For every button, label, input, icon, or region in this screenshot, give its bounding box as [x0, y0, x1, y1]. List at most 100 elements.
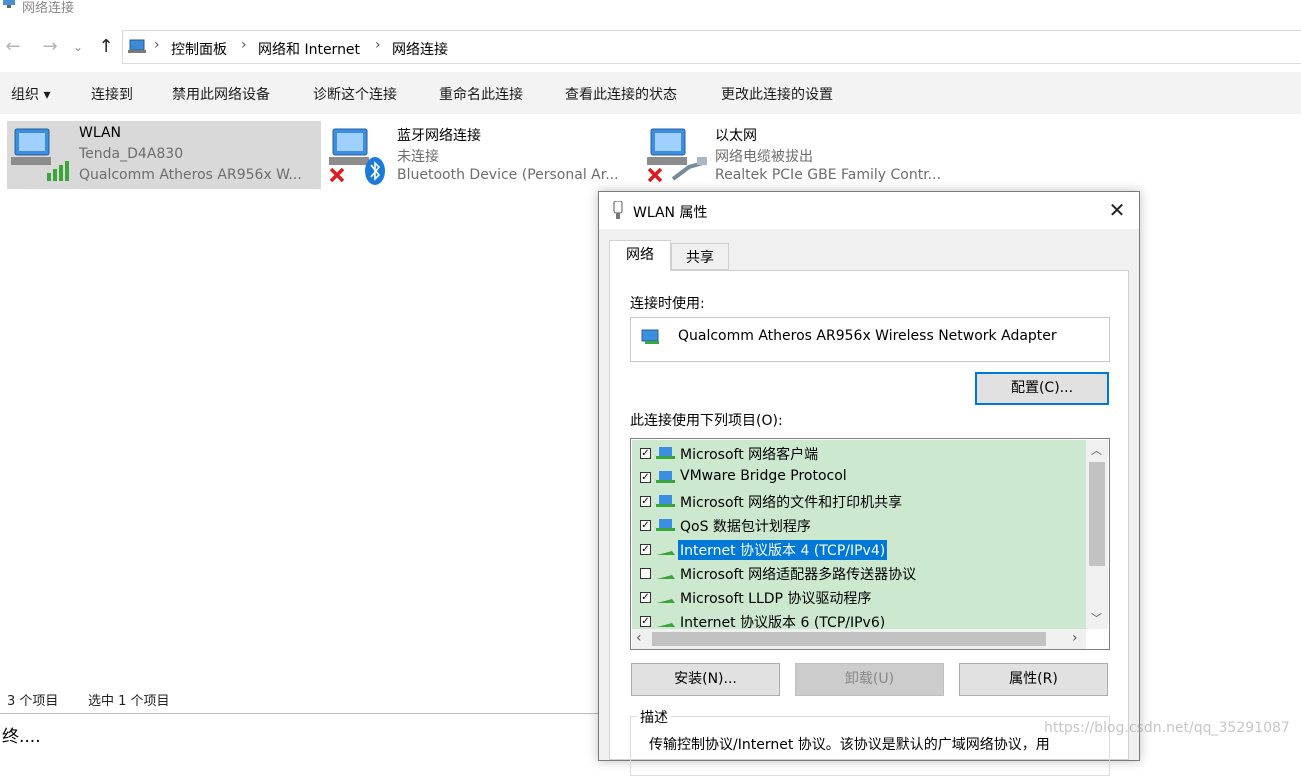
background-text: 终.... — [2, 727, 41, 747]
diagnose-button[interactable]: 诊断这个连接 — [313, 84, 397, 104]
network-adapter-icon — [641, 329, 659, 344]
forward-button[interactable]: → — [40, 37, 60, 57]
view-status-button[interactable]: 查看此连接的状态 — [565, 84, 677, 104]
checkbox[interactable] — [640, 568, 651, 579]
scroll-up-icon[interactable]: ︿ — [1091, 442, 1102, 458]
rename-button[interactable]: 重命名此连接 — [439, 84, 523, 104]
description-label: 描述 — [637, 707, 671, 727]
recent-locations-icon[interactable]: ⌄ — [68, 37, 88, 57]
checkbox[interactable]: ✓ — [640, 520, 651, 531]
dialog-title: WLAN 属性 — [633, 205, 708, 221]
components-list-area: ✓ Microsoft 网络客户端 ✓ VMware Bridge Protoc… — [632, 440, 1086, 629]
network-connections-icon — [3, 0, 15, 8]
chevron-right-icon: › — [154, 37, 160, 53]
connection-item-ethernet[interactable]: 以太网 网络电缆被拔出 Realtek PCIe GBE Family Cont… — [643, 121, 957, 189]
connection-name: 蓝牙网络连接 — [397, 128, 481, 144]
network-client-icon — [656, 519, 675, 531]
network-client-icon — [656, 471, 675, 483]
protocol-icon — [657, 551, 675, 555]
window-title: 网络连接 — [22, 1, 75, 16]
connection-status: 网络电缆被拔出 — [715, 149, 813, 165]
address-bar[interactable]: › 控制面板 › 网络和 Internet › 网络连接 — [122, 30, 1301, 64]
breadcrumb-network-internet[interactable]: 网络和 Internet — [258, 39, 360, 59]
connect-to-button[interactable]: 连接到 — [91, 84, 133, 104]
breadcrumb-control-panel[interactable]: 控制面板 — [171, 39, 227, 59]
connection-device: Qualcomm Atheros AR956x W... — [79, 167, 302, 183]
description-group: 描述 传输控制协议/Internet 协议。该协议是默认的广域网络协议，用 — [630, 707, 1110, 776]
vertical-scrollbar[interactable]: ︿ ﹀ — [1086, 440, 1108, 629]
connect-using-label: 连接时使用: — [630, 296, 705, 312]
list-item[interactable]: ✓ QoS 数据包计划程序 — [632, 514, 1086, 538]
scroll-right-icon[interactable]: › — [1072, 630, 1078, 646]
scroll-left-icon[interactable]: ‹ — [636, 630, 642, 646]
scroll-down-icon[interactable]: ﹀ — [1091, 610, 1102, 626]
list-item[interactable]: ✓ Microsoft 网络的文件和打印机共享 — [632, 490, 1086, 514]
list-item-label: Microsoft 网络客户端 — [680, 447, 819, 463]
status-item-count: 3 个项目 — [7, 694, 59, 709]
adapter-field: Qualcomm Atheros AR956x Wireless Network… — [630, 317, 1110, 362]
change-settings-button[interactable]: 更改此连接的设置 — [721, 84, 833, 104]
checkbox[interactable]: ✓ — [640, 544, 651, 555]
checkbox[interactable]: ✓ — [640, 448, 651, 459]
connection-name: 以太网 — [715, 128, 757, 144]
watermark: https://blog.csdn.net/qq_35291087 — [1044, 720, 1290, 736]
list-item-label: Microsoft 网络适配器多路传送器协议 — [680, 567, 917, 583]
connection-status: Tenda_D4A830 — [79, 146, 184, 162]
breadcrumb-network-connections[interactable]: 网络连接 — [392, 39, 448, 59]
connection-device: Realtek PCIe GBE Family Contr... — [715, 167, 942, 183]
network-adapter-icon — [613, 201, 623, 219]
back-button[interactable]: ← — [3, 37, 23, 57]
network-client-icon — [656, 495, 675, 507]
checkbox[interactable]: ✓ — [640, 616, 651, 627]
background-window-strip: 终.... — [0, 713, 600, 749]
list-item[interactable]: ✓ Microsoft LLDP 协议驱动程序 — [632, 586, 1086, 610]
chevron-right-icon: › — [241, 37, 247, 53]
list-item-label: Internet 协议版本 6 (TCP/IPv6) — [680, 615, 886, 629]
checkbox[interactable]: ✓ — [640, 496, 651, 507]
checkbox[interactable]: ✓ — [640, 592, 651, 603]
horizontal-scrollbar[interactable]: ‹ › — [632, 629, 1086, 649]
connection-device: Bluetooth Device (Personal Ar... — [397, 167, 619, 183]
adapter-name: Qualcomm Atheros AR956x Wireless Network… — [678, 328, 1057, 344]
network-client-icon — [656, 447, 675, 459]
configure-button[interactable]: 配置(C)... — [975, 372, 1109, 405]
close-button[interactable]: ✕ — [1105, 198, 1129, 222]
items-label: 此连接使用下列项目(O): — [630, 413, 783, 429]
connection-name: WLAN — [79, 125, 122, 141]
list-item[interactable]: ✓ VMware Bridge Protocol — [632, 466, 1086, 490]
vertical-scroll-thumb[interactable] — [1089, 462, 1105, 566]
protocol-icon — [657, 623, 675, 627]
description-text: 传输控制协议/Internet 协议。该协议是默认的广域网络协议，用 — [649, 737, 1050, 753]
properties-button[interactable]: 属性(R) — [959, 663, 1108, 696]
up-button[interactable]: ↑ — [96, 37, 116, 57]
protocol-icon — [657, 575, 675, 579]
organize-menu[interactable]: 组织 ▾ — [11, 84, 50, 104]
list-item-selected[interactable]: ✓ Internet 协议版本 4 (TCP/IPv4) — [632, 538, 1086, 562]
list-item-label: Microsoft 网络的文件和打印机共享 — [680, 495, 903, 511]
components-list[interactable]: ✓ Microsoft 网络客户端 ✓ VMware Bridge Protoc… — [630, 438, 1110, 650]
install-button[interactable]: 安装(N)... — [631, 663, 780, 696]
list-item[interactable]: ✓ Microsoft 网络客户端 — [632, 442, 1086, 466]
bluetooth-icon — [329, 128, 385, 185]
horizontal-scroll-thumb[interactable] — [652, 632, 1046, 646]
list-item[interactable]: Microsoft 网络适配器多路传送器协议 — [632, 562, 1086, 586]
connection-item-wlan[interactable]: WLAN Tenda_D4A830 Qualcomm Atheros AR956… — [7, 121, 321, 189]
uninstall-button[interactable]: 卸载(U) — [795, 663, 944, 696]
window-title-bar: 网络连接 — [0, 0, 1301, 16]
list-item-label: Internet 协议版本 4 (TCP/IPv4) — [678, 540, 888, 560]
tab-network[interactable]: 网络 — [609, 240, 671, 271]
list-item-label: Microsoft LLDP 协议驱动程序 — [680, 591, 872, 607]
checkbox[interactable]: ✓ — [640, 472, 651, 483]
connection-status: 未连接 — [397, 149, 439, 165]
list-item[interactable]: ✓ Internet 协议版本 6 (TCP/IPv6) — [632, 610, 1086, 629]
status-selected-count: 选中 1 个项目 — [88, 694, 170, 709]
protocol-icon — [657, 599, 675, 603]
control-panel-icon — [128, 39, 146, 53]
wlan-properties-dialog: WLAN 属性 ✕ 网络 共享 连接时使用: Qualcomm Atheros … — [598, 191, 1140, 776]
disable-device-button[interactable]: 禁用此网络设备 — [172, 84, 270, 104]
tab-sharing[interactable]: 共享 — [671, 243, 729, 270]
connection-item-bluetooth[interactable]: 蓝牙网络连接 未连接 Bluetooth Device (Personal Ar… — [325, 121, 639, 189]
dialog-titlebar[interactable]: WLAN 属性 ✕ — [599, 192, 1139, 229]
ethernet-cable-icon — [647, 128, 707, 183]
command-bar: 组织 ▾ 连接到 禁用此网络设备 诊断这个连接 重命名此连接 查看此连接的状态 … — [0, 72, 1301, 114]
